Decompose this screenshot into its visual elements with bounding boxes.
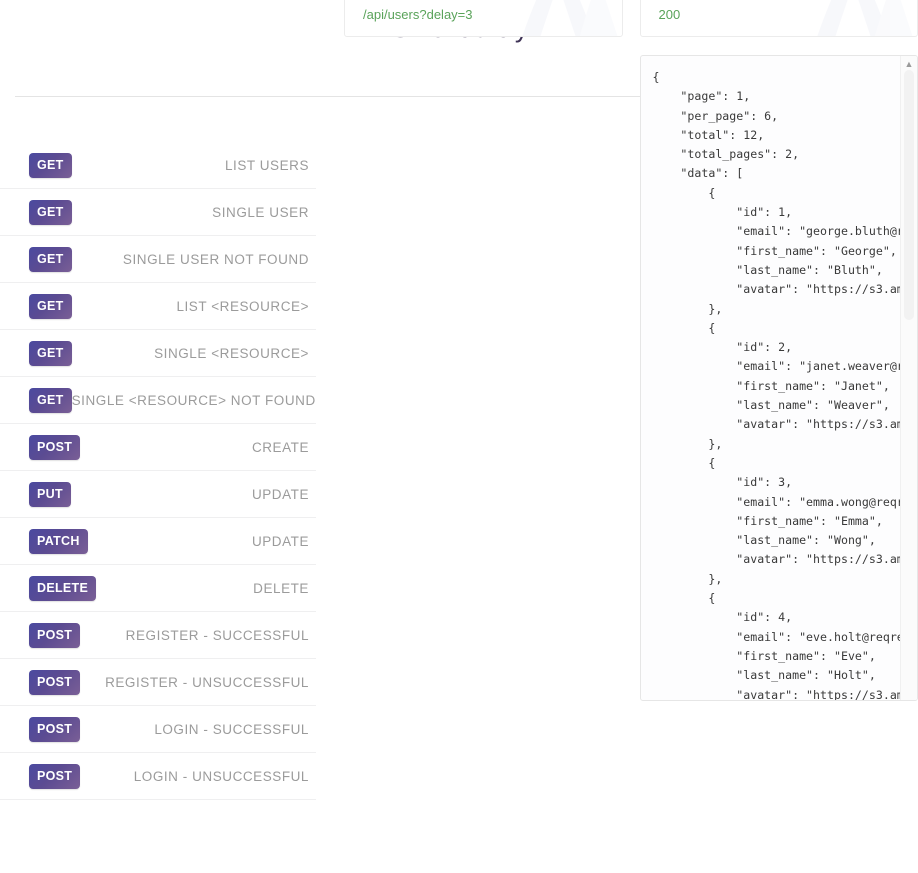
endpoint-label[interactable]: CREATE xyxy=(252,440,309,455)
endpoint-row[interactable]: GET SINGLE <RESOURCE> xyxy=(0,330,316,377)
request-pane: Request /api/users?delay=3 xyxy=(344,0,623,37)
main-layout: GET LIST USERS GET SINGLE USER GET SINGLE USE… xyxy=(0,0,918,800)
endpoint-list: GET LIST USERS GET SINGLE USER GET SINGLE USE… xyxy=(0,142,316,800)
endpoint-label[interactable]: SINGLE USER NOT FOUND xyxy=(123,252,309,267)
method-badge[interactable]: POST xyxy=(29,434,81,460)
method-badge[interactable]: PATCH xyxy=(29,528,88,554)
method-badge[interactable]: GET xyxy=(29,293,72,319)
method-badge[interactable]: POST xyxy=(29,763,81,789)
response-body-box: { "page": 1, "per_page": 6, "total": 12,… xyxy=(639,55,918,701)
endpoint-label[interactable]: REGISTER - SUCCESSFUL xyxy=(126,628,309,643)
endpoint-row[interactable]: POST REGISTER - UNSUCCESSFUL xyxy=(0,659,316,706)
method-badge[interactable]: GET xyxy=(29,152,72,178)
endpoint-label[interactable]: DELETE xyxy=(253,581,309,596)
endpoint-label[interactable]: LOGIN - UNSUCCESSFUL xyxy=(134,769,309,784)
endpoint-label[interactable]: UPDATE xyxy=(252,534,309,549)
method-badge[interactable]: POST xyxy=(29,716,81,742)
method-badge[interactable]: GET xyxy=(29,246,72,272)
endpoint-label[interactable]: LOGIN - SUCCESSFUL xyxy=(154,722,309,737)
endpoint-row[interactable]: PUT UPDATE xyxy=(0,471,316,518)
response-scrollbar[interactable]: ▲ xyxy=(900,56,917,700)
endpoint-row[interactable]: GET SINGLE USER xyxy=(0,189,316,236)
scroll-up-icon[interactable]: ▲ xyxy=(901,60,917,69)
request-url: /api/users?delay=3 xyxy=(363,7,473,22)
endpoint-row[interactable]: POST REGISTER - SUCCESSFUL xyxy=(0,612,316,659)
request-card: Request /api/users?delay=3 xyxy=(344,0,623,37)
endpoint-row[interactable]: POST CREATE xyxy=(0,424,316,471)
method-badge[interactable]: POST xyxy=(29,622,81,648)
endpoint-row[interactable]: PATCH UPDATE xyxy=(0,518,316,565)
response-status: 200 xyxy=(658,7,681,22)
method-badge[interactable]: GET xyxy=(29,199,72,225)
endpoint-label[interactable]: LIST <RESOURCE> xyxy=(176,299,309,314)
method-badge[interactable]: GET xyxy=(29,387,72,413)
endpoint-label[interactable]: SINGLE <RESOURCE> xyxy=(154,346,309,361)
endpoint-label[interactable]: LIST USERS xyxy=(225,158,309,173)
endpoint-row[interactable]: GET SINGLE USER NOT FOUND xyxy=(0,236,316,283)
response-body-scroll[interactable]: { "page": 1, "per_page": 6, "total": 12,… xyxy=(641,56,902,700)
endpoint-row[interactable]: DELETE DELETE xyxy=(0,565,316,612)
scroll-thumb[interactable] xyxy=(904,70,914,320)
endpoint-row[interactable]: GET LIST <RESOURCE> xyxy=(0,283,316,330)
api-panes: Request /api/users?delay=3 Response 200 … xyxy=(344,0,918,701)
endpoint-label[interactable]: SINGLE USER xyxy=(212,205,309,220)
method-badge[interactable]: PUT xyxy=(29,481,71,507)
endpoint-label[interactable]: UPDATE xyxy=(252,487,309,502)
response-body-json: { "page": 1, "per_page": 6, "total": 12,… xyxy=(652,70,902,700)
method-badge[interactable]: DELETE xyxy=(29,575,97,601)
response-card: Response 200 xyxy=(639,0,918,37)
response-pane: Response 200 { "page": 1, "per_page": 6,… xyxy=(639,0,918,701)
endpoint-row[interactable]: GET SINGLE <RESOURCE> NOT FOUND xyxy=(0,377,316,424)
endpoint-row[interactable]: POST LOGIN - SUCCESSFUL xyxy=(0,706,316,753)
endpoint-label[interactable]: REGISTER - UNSUCCESSFUL xyxy=(105,675,309,690)
endpoint-row[interactable]: POST LOGIN - UNSUCCESSFUL xyxy=(0,753,316,800)
method-badge[interactable]: GET xyxy=(29,340,72,366)
endpoint-label[interactable]: SINGLE <RESOURCE> NOT FOUND xyxy=(72,393,316,408)
endpoint-row[interactable]: GET LIST USERS xyxy=(0,142,316,189)
method-badge[interactable]: POST xyxy=(29,669,81,695)
